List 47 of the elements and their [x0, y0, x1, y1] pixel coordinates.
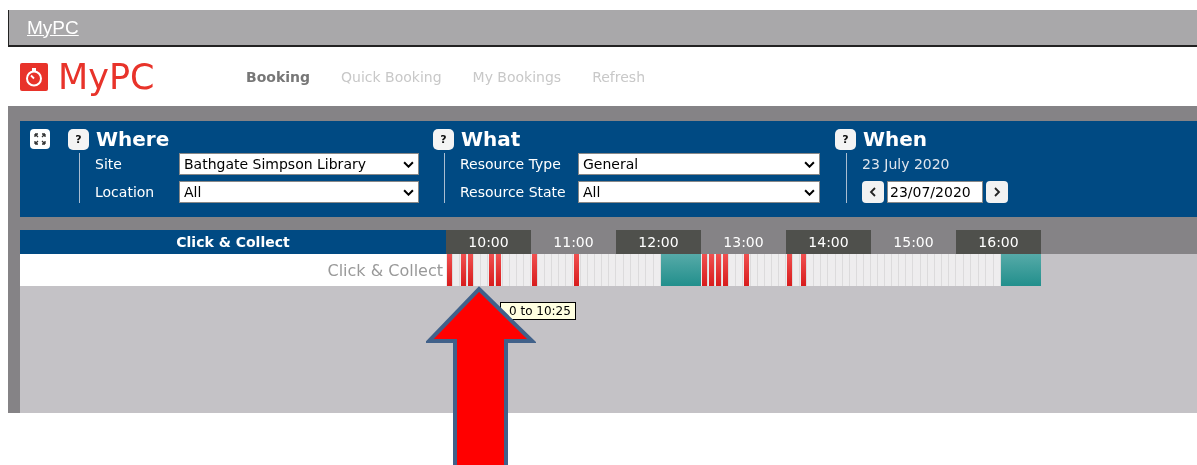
help-button[interactable]: ?	[433, 128, 454, 150]
booked-slot[interactable]	[495, 254, 503, 286]
date-field[interactable]: 23/07/2020	[887, 181, 983, 203]
chevron-down-icon	[403, 160, 414, 168]
section-title: What	[461, 127, 521, 151]
field-label: Resource State	[460, 184, 567, 200]
reserved-slot[interactable]	[661, 254, 669, 286]
chevron-right-icon	[993, 187, 1001, 197]
hour-label: 13:00	[722, 233, 765, 252]
field-label: Site	[95, 156, 123, 172]
free-slot[interactable]	[653, 254, 662, 286]
section-title: When	[863, 127, 928, 151]
where-dropdown[interactable]: All	[179, 181, 419, 203]
nav-link[interactable]: Booking	[246, 68, 310, 85]
hour-label: 11:00	[552, 233, 595, 252]
what-dropdown[interactable]: General	[578, 153, 820, 175]
chevron-down-icon	[804, 160, 815, 168]
chevron-left-icon	[869, 187, 877, 197]
booked-slot[interactable]	[743, 254, 751, 286]
reserved-slot[interactable]	[1034, 254, 1041, 286]
hour-label: 15:00	[892, 233, 935, 252]
booked-slot[interactable]	[488, 254, 496, 286]
help-button[interactable]: ?	[835, 128, 856, 150]
hour-label: 12:00	[616, 230, 701, 254]
hour-label: 14:00	[786, 230, 871, 254]
chevron-down-icon	[403, 188, 414, 196]
tooltip: 0 to 10:25	[500, 302, 576, 320]
logo-text: MyPC	[58, 56, 155, 97]
free-slot[interactable]	[993, 254, 1002, 286]
previous-day-button[interactable]	[862, 181, 884, 203]
stopwatch-icon	[20, 62, 48, 91]
date-text: 23 July 2020	[862, 156, 950, 172]
help-button[interactable]: ?	[68, 128, 89, 150]
resource-name: Click & Collect	[20, 254, 446, 286]
what-dropdown[interactable]: All	[578, 181, 820, 203]
hour-label: 10:00	[446, 230, 531, 254]
booked-slot[interactable]	[573, 254, 581, 286]
field-label: Resource Type	[460, 156, 562, 172]
chevron-down-icon	[804, 188, 815, 196]
hour-label: 16:00	[956, 230, 1041, 254]
expand-icon[interactable]	[30, 129, 50, 149]
field-label: Location	[95, 184, 156, 200]
timeline-title: Click & Collect	[20, 230, 446, 254]
reserved-slot[interactable]	[1001, 254, 1009, 286]
where-dropdown[interactable]: Bathgate Simpson Library	[179, 153, 419, 175]
section-title: Where	[96, 127, 170, 151]
next-day-button[interactable]	[986, 181, 1008, 203]
